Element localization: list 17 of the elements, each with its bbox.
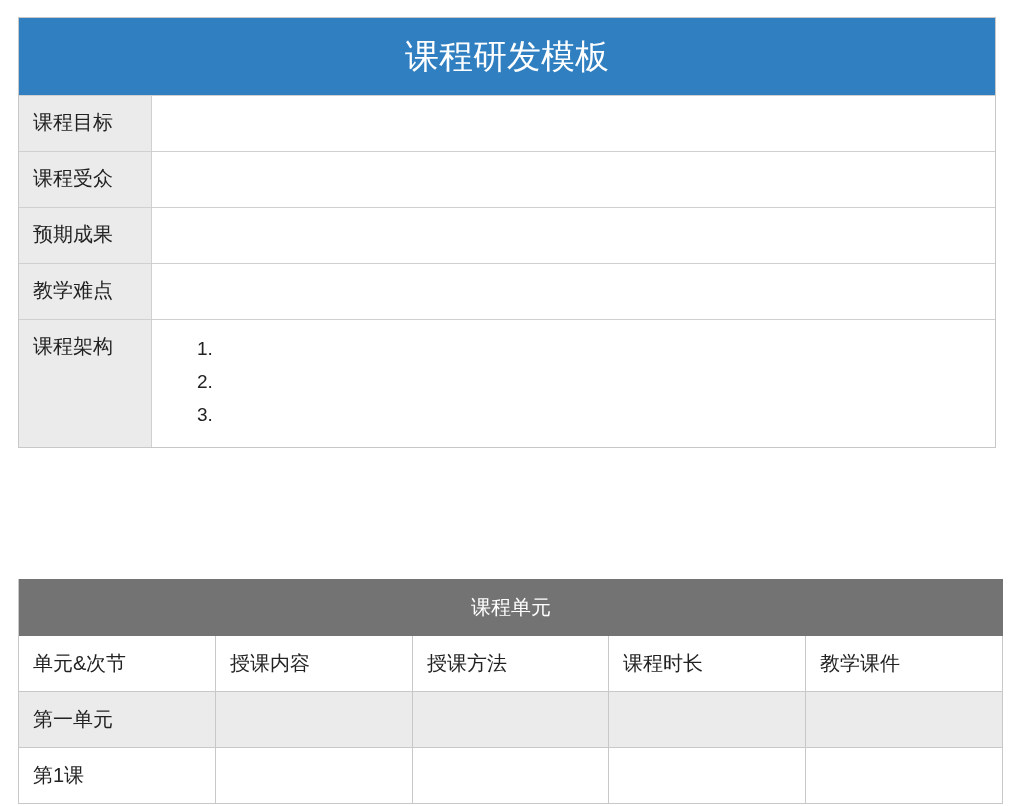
column-header: 单元&次节 [19, 636, 216, 691]
row-label: 预期成果 [19, 208, 152, 263]
column-header: 课程时长 [609, 636, 807, 691]
row-label: 课程目标 [19, 96, 152, 151]
table-cell: 第一单元 [19, 692, 216, 747]
row-label: 教学难点 [19, 264, 152, 319]
column-header: 授课方法 [412, 636, 610, 691]
row-label: 课程架构 [19, 320, 152, 447]
column-header: 授课内容 [215, 636, 413, 691]
template-title: 课程研发模板 [19, 18, 995, 95]
list-number: 3. [197, 404, 214, 427]
row-label: 课程受众 [19, 152, 152, 207]
column-header: 教学课件 [806, 636, 1003, 691]
table-title: 课程单元 [19, 579, 1003, 636]
list-number: 2. [197, 371, 214, 394]
list-number: 1. [197, 338, 214, 361]
table-cell: 第1课 [19, 748, 216, 803]
